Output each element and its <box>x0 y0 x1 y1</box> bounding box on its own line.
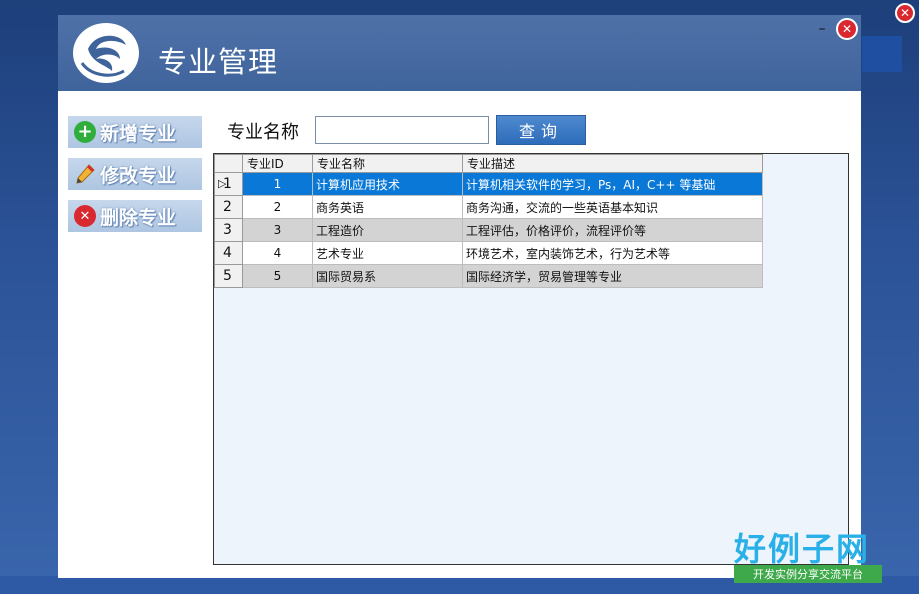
row-header[interactable]: 3 <box>214 218 243 242</box>
cell-id[interactable]: 1 <box>242 172 313 196</box>
query-button[interactable]: 查询 <box>496 115 586 145</box>
add-icon: + <box>74 121 96 143</box>
window-title: 专业管理 <box>158 45 279 79</box>
cell-description[interactable]: 工程评估，价格评价，流程评价等 <box>462 218 763 242</box>
table-row[interactable]: 5 5 国际贸易系 国际经济学，贸易管理等专业 <box>214 264 763 288</box>
desktop-background-block <box>862 36 902 72</box>
column-header-description[interactable]: 专业描述 <box>462 154 763 173</box>
delete-major-label: 删除专业 <box>100 206 177 229</box>
majors-data-grid[interactable]: 专业ID 专业名称 专业描述 ▷ 1 1 计算机应用技术 计算机相关软件的学习，P… <box>213 153 849 565</box>
row-header[interactable]: 5 <box>214 264 243 288</box>
cell-description[interactable]: 商务沟通，交流的一些英语基本知识 <box>462 195 763 219</box>
cell-id[interactable]: 3 <box>242 218 313 242</box>
row-header[interactable]: 2 <box>214 195 243 219</box>
title-bar: 专业管理 – ✕ <box>58 15 861 91</box>
row-header[interactable]: 4 <box>214 241 243 265</box>
cell-id[interactable]: 2 <box>242 195 313 219</box>
delete-major-button[interactable]: ✕ 删除专业 <box>68 200 202 232</box>
grid-header-row: 专业ID 专业名称 专业描述 <box>214 154 763 173</box>
edit-major-label: 修改专业 <box>100 164 177 187</box>
pencil-icon <box>74 163 96 185</box>
major-management-window: 专业管理 – ✕ + 新增专业 修改专业 ✕ 删除专业 专业名称 查询 专业ID <box>58 15 861 578</box>
outer-close-icon[interactable]: ✕ <box>895 3 915 23</box>
edit-major-button[interactable]: 修改专业 <box>68 158 202 190</box>
add-major-label: 新增专业 <box>100 122 177 145</box>
cell-id[interactable]: 5 <box>242 264 313 288</box>
table-row[interactable]: 3 3 工程造价 工程评估，价格评价，流程评价等 <box>214 218 763 242</box>
cell-name[interactable]: 艺术专业 <box>312 241 463 265</box>
major-name-input[interactable] <box>315 116 489 144</box>
minimize-icon[interactable]: – <box>815 22 829 37</box>
table-row[interactable]: 4 4 艺术专业 环境艺术，室内装饰艺术，行为艺术等 <box>214 241 763 265</box>
cell-name[interactable]: 计算机应用技术 <box>312 172 463 196</box>
column-header-id[interactable]: 专业ID <box>242 154 313 173</box>
row-header[interactable]: ▷ 1 <box>214 172 243 196</box>
cell-name[interactable]: 国际贸易系 <box>312 264 463 288</box>
app-logo-icon <box>73 23 139 83</box>
cell-name[interactable]: 工程造价 <box>312 218 463 242</box>
table-row[interactable]: 2 2 商务英语 商务沟通，交流的一些英语基本知识 <box>214 195 763 219</box>
column-header-name[interactable]: 专业名称 <box>312 154 463 173</box>
cell-name[interactable]: 商务英语 <box>312 195 463 219</box>
close-icon[interactable]: ✕ <box>836 18 858 40</box>
add-major-button[interactable]: + 新增专业 <box>68 116 202 148</box>
row-header-corner <box>214 154 243 173</box>
watermark-tagline: 开发实例分享交流平台 <box>734 565 882 583</box>
cell-description[interactable]: 环境艺术，室内装饰艺术，行为艺术等 <box>462 241 763 265</box>
delete-icon: ✕ <box>74 205 96 227</box>
cell-description[interactable]: 计算机相关软件的学习，Ps，AI，C++ 等基础 <box>462 172 763 196</box>
cell-description[interactable]: 国际经济学，贸易管理等专业 <box>462 264 763 288</box>
cell-id[interactable]: 4 <box>242 241 313 265</box>
major-name-label: 专业名称 <box>227 122 299 143</box>
current-row-arrow-icon: ▷ <box>218 177 227 190</box>
table-row[interactable]: ▷ 1 1 计算机应用技术 计算机相关软件的学习，Ps，AI，C++ 等基础 <box>214 172 763 196</box>
watermark-logo-text: 好例子网 <box>734 530 871 568</box>
